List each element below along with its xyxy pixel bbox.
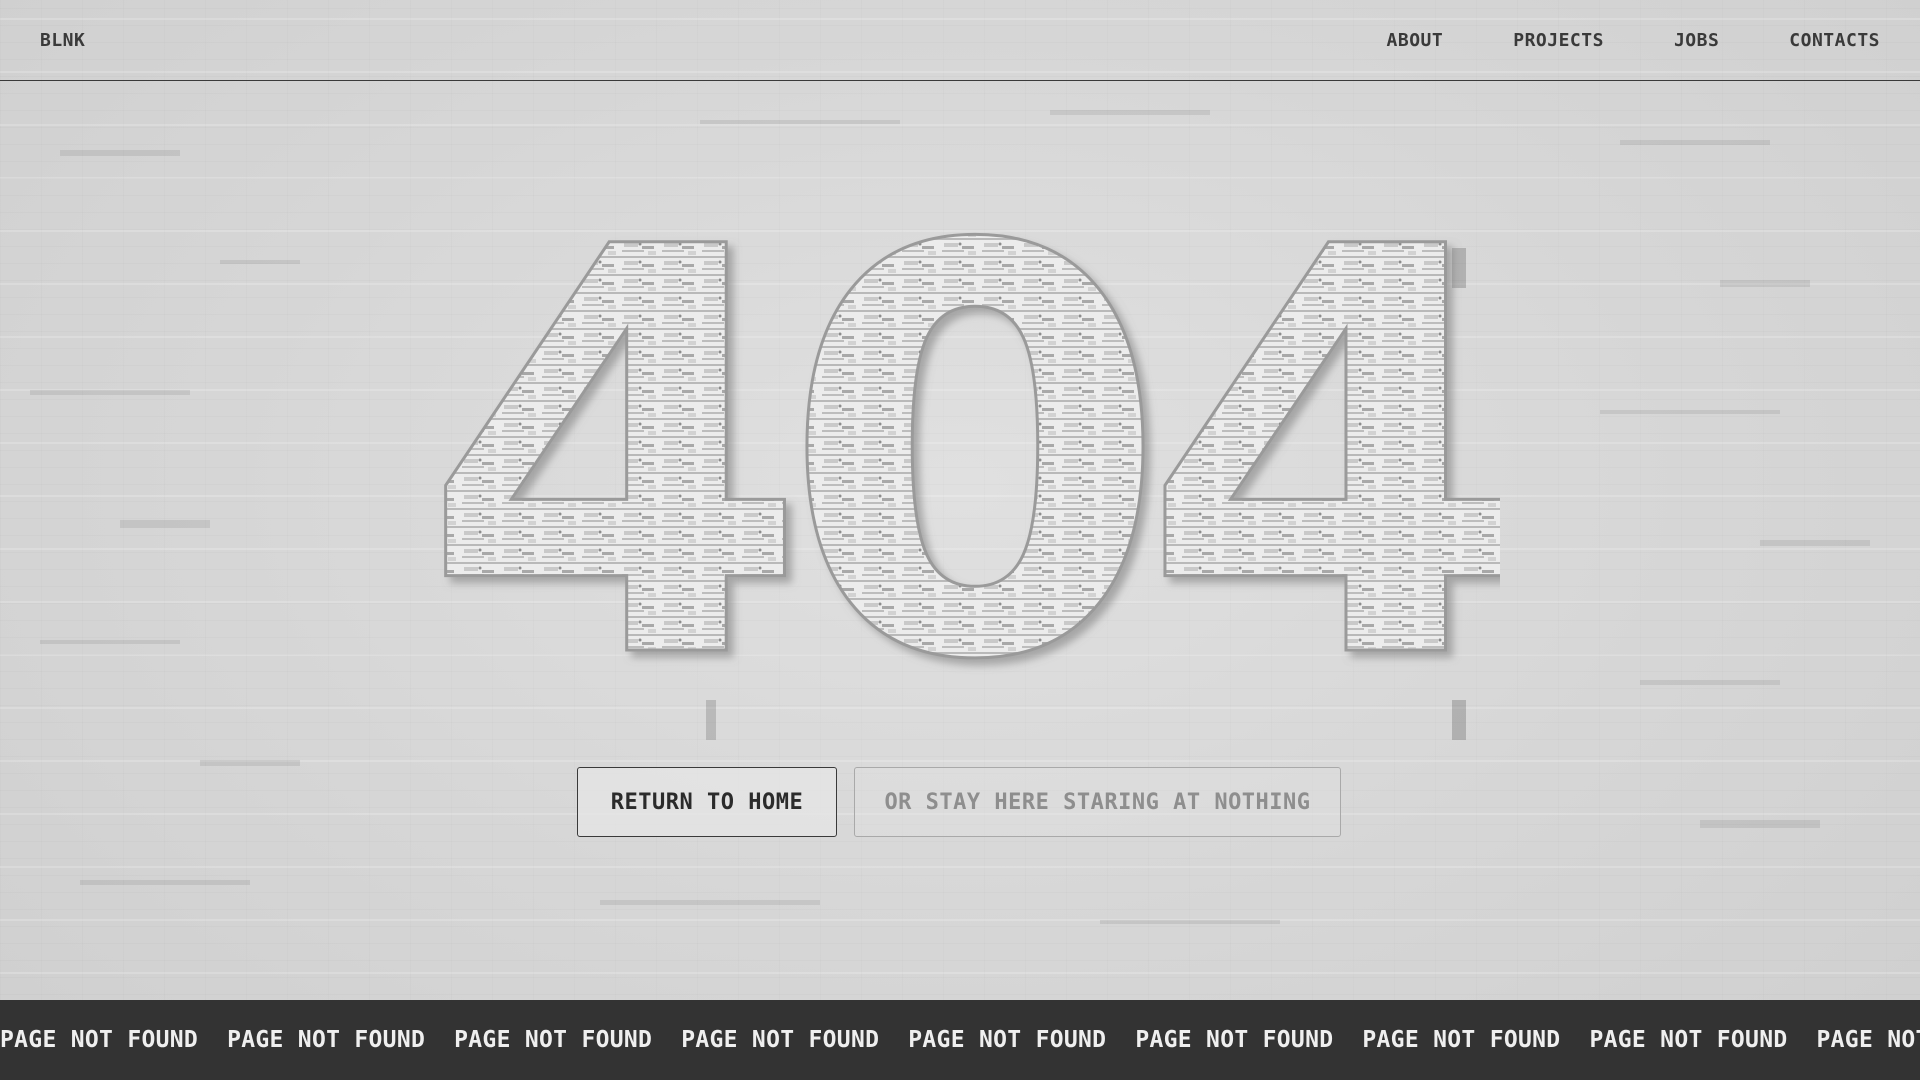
page-not-found-ticker: PAGE NOT FOUND PAGE NOT FOUND PAGE NOT F…: [0, 1000, 1920, 1080]
circuit-fragment: [40, 640, 180, 644]
error-code-graphic: 404: [419, 130, 1539, 785]
ticker-track: PAGE NOT FOUND PAGE NOT FOUND PAGE NOT F…: [0, 1000, 1920, 1080]
ticker-item: PAGE NOT FOUND: [908, 1027, 1107, 1053]
circuit-fragment: [1700, 820, 1820, 828]
circuit-fragment: [706, 700, 716, 740]
error-actions: RETURN TO HOME OR STAY HERE STARING AT N…: [577, 767, 1341, 837]
circuit-fragment: [120, 520, 210, 528]
brand-logo[interactable]: BLNK: [40, 30, 85, 51]
circuit-fragment: [1050, 110, 1210, 115]
stay-here-button[interactable]: OR STAY HERE STARING AT NOTHING: [854, 767, 1341, 837]
circuit-fragment: [1452, 700, 1466, 740]
circuit-fragment: [1720, 280, 1810, 287]
circuit-fragment: [1640, 680, 1780, 685]
error-code-text: 404: [421, 220, 1500, 680]
nav-link-contacts[interactable]: CONTACTS: [1789, 30, 1880, 51]
circuit-fragment: [60, 150, 180, 156]
ticker-item: PAGE NOT FOUND: [227, 1027, 426, 1053]
nav-link-about[interactable]: ABOUT: [1387, 30, 1444, 51]
circuit-fragment: [600, 900, 820, 905]
error-code-svg: 404: [419, 130, 1539, 785]
circuit-fragment: [80, 880, 250, 885]
ticker-item: PAGE NOT FOUND: [1362, 1027, 1561, 1053]
ticker-item: PAGE NOT FOUND: [681, 1027, 880, 1053]
circuit-fragment: [200, 760, 300, 766]
main-nav: ABOUT PROJECTS JOBS CONTACTS: [1317, 30, 1880, 51]
circuit-fragment: [1620, 140, 1770, 145]
ticker-item: PAGE NOT FOUND: [454, 1027, 653, 1053]
site-header: BLNK ABOUT PROJECTS JOBS CONTACTS: [0, 0, 1920, 81]
ticker-item: PAGE NOT FOUND: [1135, 1027, 1334, 1053]
ticker-item: PAGE NOT FOUND: [0, 1027, 199, 1053]
return-home-button[interactable]: RETURN TO HOME: [577, 767, 837, 837]
circuit-fragment: [1100, 920, 1280, 924]
page: BLNK ABOUT PROJECTS JOBS CONTACTS 404 RE…: [0, 0, 1920, 1080]
nav-link-jobs[interactable]: JOBS: [1674, 30, 1719, 51]
circuit-fragment: [1600, 410, 1780, 414]
circuit-fragment: [30, 390, 190, 395]
circuit-fragment: [700, 120, 900, 124]
nav-link-projects[interactable]: PROJECTS: [1513, 30, 1604, 51]
circuit-fragment: [1760, 540, 1870, 546]
ticker-item: PAGE NOT FOUND: [1816, 1027, 1920, 1053]
ticker-item: PAGE NOT FOUND: [1589, 1027, 1788, 1053]
circuit-fragment: [220, 260, 300, 264]
